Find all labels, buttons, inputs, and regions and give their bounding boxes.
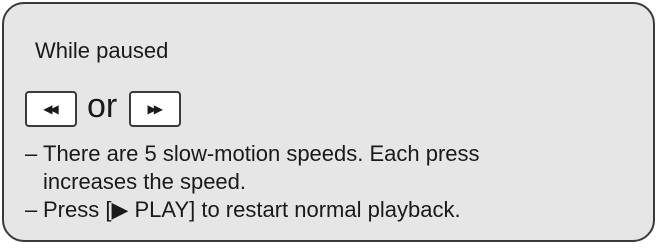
note-item: – There are 5 slow-motion speeds. Each p…: [25, 140, 480, 196]
note-line: Press [▶ PLAY] to restart normal playbac…: [43, 197, 461, 222]
dash-marker: –: [25, 141, 38, 166]
note-line: increases the speed.: [43, 169, 247, 194]
fast-forward-button[interactable]: ▶▶: [129, 91, 182, 127]
button-row: ◀◀ or ▶▶: [25, 87, 182, 129]
rewind-icon: ◀◀: [43, 102, 59, 116]
or-connector: or: [87, 87, 118, 125]
note-line: There are 5 slow-motion speeds. Each pre…: [43, 141, 480, 166]
section-heading: While paused: [35, 38, 169, 63]
notes-list: – There are 5 slow-motion speeds. Each p…: [25, 140, 480, 224]
instruction-panel: While paused ◀◀ or ▶▶ – There are 5 slow…: [2, 2, 655, 242]
rewind-button[interactable]: ◀◀: [25, 91, 77, 127]
dash-marker: –: [25, 197, 38, 222]
note-item: – Press [▶ PLAY] to restart normal playb…: [25, 196, 480, 224]
fast-forward-icon: ▶▶: [147, 102, 164, 116]
